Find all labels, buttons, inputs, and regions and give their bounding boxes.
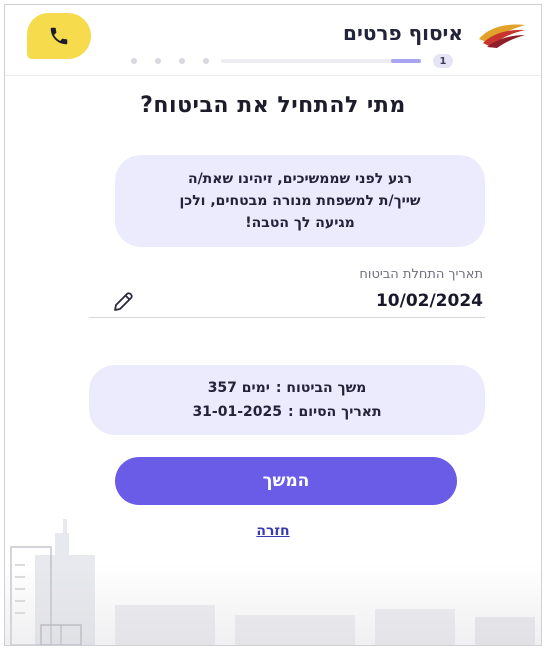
progress-indicator: 1 (105, 54, 457, 68)
benefit-info-card: רגע לפני שממשיכים, זיהינו שאת/ה שייך/ת ל… (115, 155, 485, 247)
progress-fill (391, 59, 421, 63)
end-date-row: תאריך הסיום : 31-01-2025 (192, 400, 381, 424)
continue-button[interactable]: המשך (115, 457, 457, 505)
question-title: מתי להתחיל את הביטוח? (140, 93, 406, 118)
header: איסוף פרטים 1 (5, 5, 541, 73)
step-dot (155, 58, 161, 64)
start-date-label: תאריך התחלת הביטוח (359, 267, 483, 282)
phone-icon (50, 27, 68, 45)
bottom-fade (5, 565, 541, 645)
pencil-icon[interactable] (111, 290, 135, 314)
info-line: רגע לפני שממשיכים, זיהינו שאת/ה (187, 171, 413, 187)
app-frame: איסוף פרטים 1 מתי להתחיל את הביטוח? רגע … (4, 4, 542, 646)
step-dot (179, 58, 185, 64)
end-date-label: תאריך הסיום : (288, 404, 382, 420)
date-field-underline (89, 317, 485, 318)
duration-value: 357 ימים (207, 380, 270, 396)
page-title: איסוף פרטים (343, 21, 463, 45)
header-divider (5, 75, 541, 76)
step-dot (203, 58, 209, 64)
end-date-value: 31-01-2025 (192, 404, 282, 420)
step-badge: 1 (433, 54, 453, 68)
brand-logo (479, 24, 525, 48)
call-button[interactable] (27, 13, 91, 59)
duration-label: משך הביטוח : (275, 380, 367, 396)
duration-row: משך הביטוח : 357 ימים (208, 376, 367, 400)
insurance-summary-card: משך הביטוח : 357 ימים תאריך הסיום : 31-0… (89, 365, 485, 435)
progress-track (221, 59, 421, 63)
start-date-field[interactable]: 10/02/2024 (376, 291, 483, 311)
back-link[interactable]: חזרה (5, 523, 541, 539)
step-dot (131, 58, 137, 64)
info-line: שייך/ת למשפחת מנורה מבטחים, ולכן (179, 193, 421, 209)
info-line: מגיעה לך הטבה! (245, 215, 355, 231)
